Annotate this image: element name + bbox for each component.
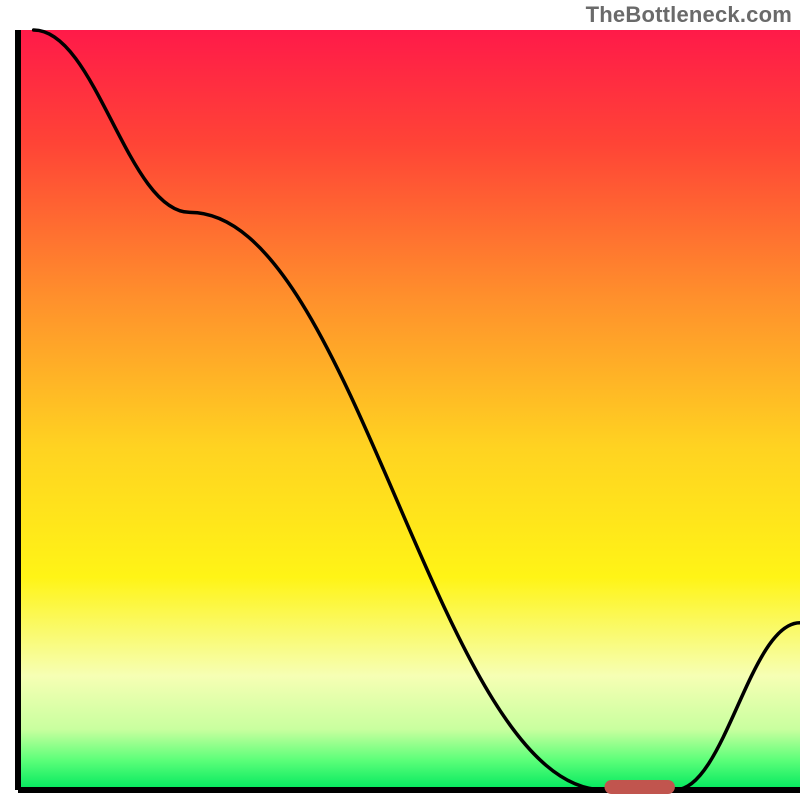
watermark-text: TheBottleneck.com (586, 2, 792, 28)
chart-svg (0, 0, 800, 800)
minimum-marker (605, 780, 675, 794)
chart-stage: TheBottleneck.com (0, 0, 800, 800)
plot-background (18, 30, 800, 790)
